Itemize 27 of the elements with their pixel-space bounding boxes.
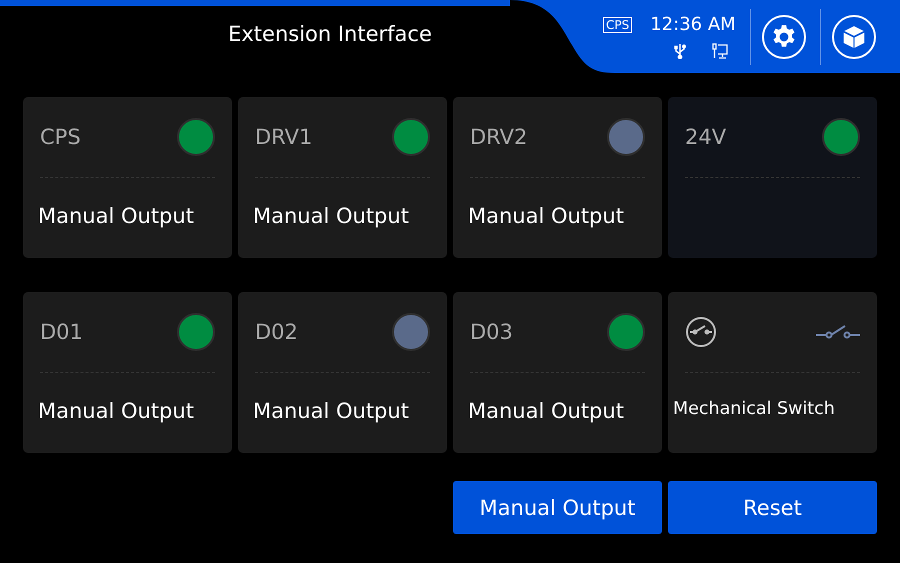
action-button[interactable]: Reset xyxy=(668,481,877,534)
settings-button[interactable] xyxy=(762,14,806,58)
clock-time: 12:36 AM xyxy=(650,14,736,35)
switch-icon xyxy=(816,324,860,340)
channel-mode[interactable]: Manual Output xyxy=(38,399,215,423)
usb-icon xyxy=(674,43,686,59)
channel-mode[interactable]: Manual Output xyxy=(253,399,430,423)
channel-mode[interactable]: Manual Output xyxy=(38,204,215,228)
page-title: Extension Interface xyxy=(228,22,432,46)
channel-mode[interactable]: Mechanical Switch xyxy=(673,399,860,419)
channel-label: D02 xyxy=(255,320,298,344)
action-button[interactable]: Manual Output xyxy=(453,481,662,534)
channel-label: 24V xyxy=(685,125,726,149)
channel-label: DRV1 xyxy=(255,125,312,149)
channel-mode[interactable]: Manual Output xyxy=(468,204,645,228)
channel-label: DRV2 xyxy=(470,125,528,149)
cube-button[interactable] xyxy=(832,14,876,58)
network-icon xyxy=(712,43,728,59)
channel-mode[interactable]: Manual Output xyxy=(253,204,430,228)
channel-label: CPS xyxy=(40,125,81,149)
settings-icon xyxy=(770,24,797,50)
channel-label: D03 xyxy=(470,320,513,344)
channel-mode[interactable]: Manual Output xyxy=(468,399,645,423)
mode-badge: CPS xyxy=(603,16,632,32)
cube-icon xyxy=(840,24,867,50)
channel-label: D01 xyxy=(40,320,83,344)
switch-gauge-icon xyxy=(685,316,717,348)
